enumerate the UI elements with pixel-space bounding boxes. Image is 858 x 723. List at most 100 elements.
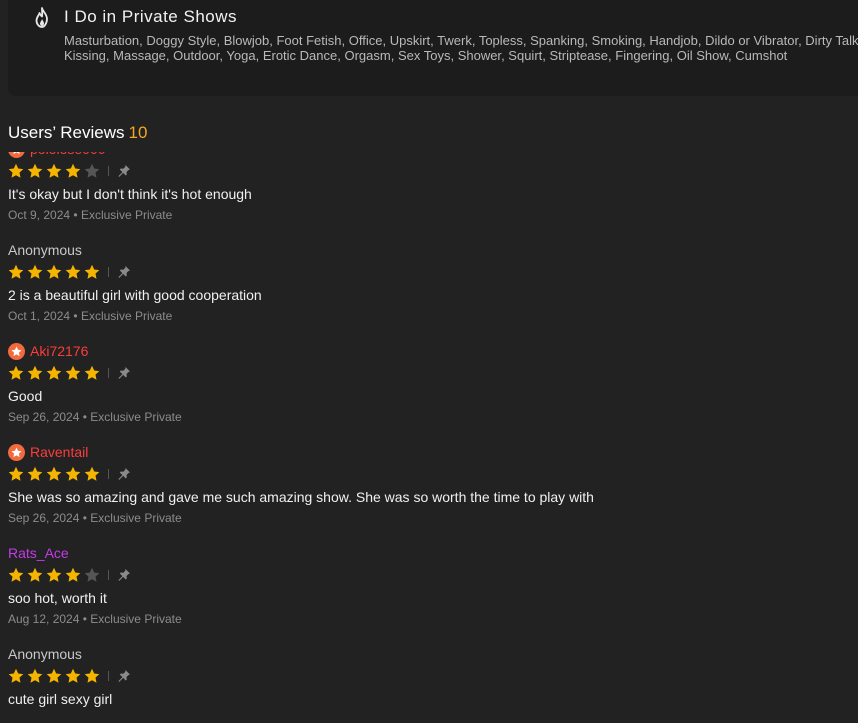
private-show-item: Shower xyxy=(457,48,502,63)
review-item: Anonymous 2 is a beautiful girl with goo… xyxy=(8,241,848,342)
reviews-scroll-area[interactable]: pololose000 It's okay but I don't think … xyxy=(0,152,858,723)
review-username[interactable]: Raventail xyxy=(30,444,88,460)
reviews-count: 10 xyxy=(128,123,148,142)
list-separator: , xyxy=(390,48,398,63)
star-filled-icon xyxy=(46,365,62,380)
star-filled-icon xyxy=(8,163,24,178)
star-empty-icon xyxy=(84,567,100,582)
star-filled-icon xyxy=(8,668,24,683)
pin-icon[interactable] xyxy=(117,164,131,178)
review-item: pololose000 It's okay but I don't think … xyxy=(8,152,848,241)
rating-row xyxy=(8,567,848,583)
review-date: Aug 12, 2024 xyxy=(8,612,80,626)
private-shows-card: I Do in Private Shows Masturbation, Dogg… xyxy=(8,0,858,96)
pin-icon[interactable] xyxy=(117,467,131,481)
review-username[interactable]: Aki72176 xyxy=(30,343,88,359)
review-type: Exclusive Private xyxy=(90,511,182,525)
list-separator: , xyxy=(584,33,592,48)
review-type: Exclusive Private xyxy=(90,410,182,424)
rating-row xyxy=(8,264,848,280)
review-meta xyxy=(8,713,848,723)
star-badge-glyph xyxy=(13,152,20,154)
private-show-item: Yoga xyxy=(226,48,256,63)
star-filled-icon xyxy=(27,163,43,178)
review-meta-separator: • xyxy=(73,309,78,323)
review-user: Aki72176 xyxy=(8,342,848,360)
pin-icon[interactable] xyxy=(117,366,131,380)
review-meta: Sep 26, 2024 • Exclusive Private xyxy=(8,511,848,526)
list-separator: , xyxy=(542,48,550,63)
fire-icon xyxy=(35,7,48,28)
rating-divider xyxy=(108,166,109,176)
review-user: Rats_Ace xyxy=(8,544,848,562)
review-date: Oct 1, 2024 xyxy=(8,309,71,323)
private-show-item: Massage xyxy=(113,48,166,63)
rating-divider xyxy=(108,267,109,277)
private-show-item: Fingering xyxy=(615,48,670,63)
review-meta: Oct 1, 2024 • Exclusive Private xyxy=(8,309,848,324)
star-filled-icon xyxy=(8,365,24,380)
rating-row xyxy=(8,365,848,381)
review-date: Sep 26, 2024 xyxy=(8,511,80,525)
list-separator: , xyxy=(697,33,706,48)
review-meta: Sep 26, 2024 • Exclusive Private xyxy=(8,410,848,425)
star-filled-icon xyxy=(84,668,100,683)
star-badge-glyph xyxy=(11,447,22,457)
pin-icon[interactable] xyxy=(117,568,131,582)
reviews-list: pololose000 It's okay but I don't think … xyxy=(8,152,848,723)
review-username: Anonymous xyxy=(8,646,82,662)
review-meta-separator: • xyxy=(73,208,78,222)
review-username[interactable]: pololose000 xyxy=(30,152,106,157)
star-filled-icon xyxy=(65,668,81,683)
private-show-item: Dildo or Vibrator xyxy=(705,33,799,48)
private-show-item: Doggy Style xyxy=(146,33,217,48)
review-meta: Aug 12, 2024 • Exclusive Private xyxy=(8,612,848,627)
review-user: Anonymous xyxy=(8,645,848,663)
user-badge-icon xyxy=(8,443,25,461)
private-show-item: Orgasm xyxy=(344,48,391,63)
private-show-item: Kissing xyxy=(64,48,106,63)
review-type: Exclusive Private xyxy=(80,208,173,222)
list-separator: , xyxy=(341,33,349,48)
rating-divider xyxy=(108,570,109,580)
review-username[interactable]: Rats_Ace xyxy=(8,545,69,561)
review-meta-separator: • xyxy=(82,410,87,424)
review-type: Exclusive Private xyxy=(90,612,182,626)
rating-row xyxy=(8,163,848,179)
review-username: Anonymous xyxy=(8,242,82,258)
review-user: Raventail xyxy=(8,443,848,461)
pin-icon[interactable] xyxy=(117,265,131,279)
private-show-item: Spanking xyxy=(530,33,585,48)
private-show-item: Foot Fetish xyxy=(276,33,342,48)
list-separator: , xyxy=(450,48,458,63)
star-filled-icon xyxy=(27,466,43,481)
list-separator: , xyxy=(471,33,479,48)
review-text: cute girl sexy girl xyxy=(8,691,113,707)
review-meta-separator: • xyxy=(82,612,87,626)
star-filled-icon xyxy=(46,466,62,481)
private-show-item: Dirty Talk xyxy=(805,33,858,48)
rating-row xyxy=(8,466,848,482)
star-filled-icon xyxy=(46,668,62,683)
star-filled-icon xyxy=(84,466,100,481)
review-meta: Oct 9, 2024 • Exclusive Private xyxy=(8,208,848,223)
review-item: Rats_Ace soo hot, worth it Aug 12, 2024 … xyxy=(8,544,848,645)
reviews-title: Users’ Reviews xyxy=(8,123,125,142)
list-separator: , xyxy=(669,48,677,63)
list-separator: , xyxy=(216,33,224,48)
review-text: Good xyxy=(8,388,43,404)
private-show-item: Blowjob xyxy=(223,33,270,48)
star-filled-icon xyxy=(46,264,62,279)
review-date: Oct 9, 2024 xyxy=(8,208,71,222)
user-badge-icon xyxy=(8,152,25,158)
review-text: soo hot, worth it xyxy=(8,590,107,606)
private-show-item: Cumshot xyxy=(735,48,788,63)
review-date: Sep 26, 2024 xyxy=(8,410,80,424)
list-separator: , xyxy=(255,48,263,63)
pin-icon[interactable] xyxy=(117,669,131,683)
reviews-header: Users’ Reviews 10 xyxy=(8,123,147,143)
review-item: Anonymous cute girl sexy girl xyxy=(8,645,848,723)
star-filled-icon xyxy=(84,264,100,279)
private-show-item: Outdoor xyxy=(173,48,220,63)
star-filled-icon xyxy=(84,365,100,380)
